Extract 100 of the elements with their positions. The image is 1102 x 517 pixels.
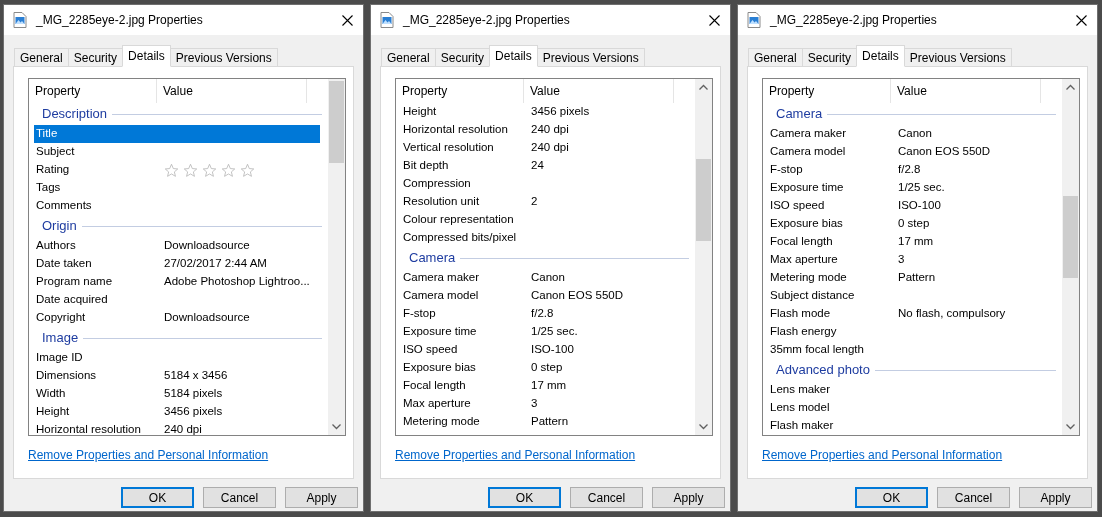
dialog-button[interactable]: OK: [488, 487, 561, 508]
list-row[interactable]: Copyright Downloadsource: [34, 309, 320, 327]
list-row[interactable]: Camera maker Canon: [401, 269, 687, 287]
list-row[interactable]: Rating: [34, 161, 320, 179]
list-row[interactable]: Horizontal resolution 240 dpi: [401, 121, 687, 139]
list-row[interactable]: Camera model Canon EOS 550D: [768, 143, 1054, 161]
list-row[interactable]: Exposure time 1/25 sec.: [401, 323, 687, 341]
scrollbar-thumb[interactable]: [1063, 196, 1078, 278]
list-row[interactable]: Authors Downloadsource: [34, 237, 320, 255]
scrollbar-thumb[interactable]: [329, 81, 344, 163]
list-row[interactable]: Flash maker: [768, 417, 1054, 435]
list-row[interactable]: Image ID: [34, 349, 320, 367]
list-row[interactable]: Subject: [34, 143, 320, 161]
tab[interactable]: Details: [122, 45, 171, 67]
list-row[interactable]: Dimensions 5184 x 3456: [34, 367, 320, 385]
property-name: Width: [35, 386, 67, 402]
list-row[interactable]: Tags: [34, 179, 320, 197]
scroll-up-icon[interactable]: [1066, 84, 1075, 90]
property-value: 2: [531, 194, 538, 210]
tab[interactable]: Details: [489, 45, 538, 67]
list-row[interactable]: Camera maker Canon: [768, 125, 1054, 143]
list-row[interactable]: Height 3456 pixels: [401, 103, 687, 121]
list-row[interactable]: Subject distance: [768, 287, 1054, 305]
scroll-down-icon[interactable]: [1066, 424, 1075, 430]
list-row[interactable]: Flash energy: [768, 323, 1054, 341]
list-row[interactable]: Lens model: [768, 399, 1054, 417]
list-row[interactable]: Exposure bias 0 step: [401, 359, 687, 377]
list-row[interactable]: Flash mode No flash, compulsory: [768, 305, 1054, 323]
close-icon[interactable]: [342, 14, 353, 26]
column-header[interactable]: Property: [763, 79, 891, 103]
list-row[interactable]: Compressed bits/pixel: [401, 229, 687, 247]
property-value: 5184 pixels: [164, 386, 223, 402]
scrollbar[interactable]: [328, 79, 345, 435]
list-row[interactable]: Exposure bias 0 step: [768, 215, 1054, 233]
close-icon[interactable]: [709, 14, 720, 26]
list-row[interactable]: Date acquired: [34, 291, 320, 309]
list-row[interactable]: Colour representation: [401, 211, 687, 229]
column-header[interactable]: Property: [29, 79, 157, 103]
property-name: Exposure bias: [402, 360, 477, 376]
list-row[interactable]: Bit depth 24: [401, 157, 687, 175]
list-row[interactable]: F-stop f/2.8: [768, 161, 1054, 179]
property-name: ISO speed: [769, 198, 826, 214]
property-value: f/2.8: [531, 306, 554, 322]
scrollbar-thumb[interactable]: [696, 159, 711, 241]
property-value: 17 mm: [898, 234, 934, 250]
list-row[interactable]: Focal length 17 mm: [401, 377, 687, 395]
list-row[interactable]: Camera model Canon EOS 550D: [401, 287, 687, 305]
list-row[interactable]: Metering mode Pattern: [401, 413, 687, 431]
remove-properties-link[interactable]: Remove Properties and Personal Information: [762, 446, 1003, 464]
property-value: Downloadsource: [164, 310, 250, 326]
rating-stars[interactable]: [164, 162, 255, 178]
dialog-button[interactable]: Apply: [285, 487, 358, 508]
list-row[interactable]: Program name Adobe Photoshop Lightroo...: [34, 273, 320, 291]
property-value: 240 dpi: [531, 140, 569, 156]
scroll-down-icon[interactable]: [699, 424, 708, 430]
list-row[interactable]: Width 5184 pixels: [34, 385, 320, 403]
list-row[interactable]: Compression: [401, 175, 687, 193]
tab[interactable]: General: [14, 48, 69, 67]
list-row[interactable]: Lens maker: [768, 381, 1054, 399]
scrollbar[interactable]: [1062, 79, 1079, 435]
column-header[interactable]: Value: [524, 79, 674, 103]
list-row[interactable]: Exposure time 1/25 sec.: [768, 179, 1054, 197]
dialog-button[interactable]: OK: [855, 487, 928, 508]
dialog-button[interactable]: Apply: [1019, 487, 1092, 508]
dialog-button[interactable]: Cancel: [937, 487, 1010, 508]
property-value: 240 dpi: [531, 122, 569, 138]
list-row[interactable]: Metering mode Pattern: [768, 269, 1054, 287]
list-row[interactable]: Vertical resolution 240 dpi: [401, 139, 687, 157]
dialog-button[interactable]: Cancel: [203, 487, 276, 508]
scroll-down-icon[interactable]: [332, 424, 341, 430]
list-row[interactable]: Max aperture 3: [768, 251, 1054, 269]
scroll-up-icon[interactable]: [699, 84, 708, 90]
close-icon[interactable]: [1076, 14, 1087, 26]
list-row[interactable]: Horizontal resolution 240 dpi: [34, 421, 320, 435]
list-row[interactable]: 35mm focal length: [768, 341, 1054, 359]
column-header[interactable]: Property: [396, 79, 524, 103]
tab[interactable]: General: [748, 48, 803, 67]
tab[interactable]: General: [381, 48, 436, 67]
remove-properties-link[interactable]: Remove Properties and Personal Information: [395, 446, 636, 464]
scrollbar[interactable]: [695, 79, 712, 435]
list-row[interactable]: Height 3456 pixels: [34, 403, 320, 421]
list-row[interactable]: Resolution unit 2: [401, 193, 687, 211]
list-row[interactable]: Date taken 27/02/2017 2:44 AM: [34, 255, 320, 273]
list-row[interactable]: ISO speed ISO-100: [768, 197, 1054, 215]
column-header[interactable]: Value: [891, 79, 1041, 103]
list-row[interactable]: ISO speed ISO-100: [401, 341, 687, 359]
dialog-button[interactable]: OK: [121, 487, 194, 508]
remove-properties-link[interactable]: Remove Properties and Personal Information: [28, 446, 269, 464]
star-icon: [183, 162, 198, 178]
dialog-button[interactable]: Apply: [652, 487, 725, 508]
tab[interactable]: Details: [856, 45, 905, 67]
list-row[interactable]: F-stop f/2.8: [401, 305, 687, 323]
list-row[interactable]: Max aperture 3: [401, 395, 687, 413]
section-heading: Camera: [409, 249, 456, 268]
property-name: Exposure time: [402, 324, 478, 340]
list-row[interactable]: Comments: [34, 197, 320, 215]
column-header[interactable]: Value: [157, 79, 307, 103]
list-row[interactable]: Title: [34, 125, 320, 143]
list-row[interactable]: Focal length 17 mm: [768, 233, 1054, 251]
dialog-button[interactable]: Cancel: [570, 487, 643, 508]
